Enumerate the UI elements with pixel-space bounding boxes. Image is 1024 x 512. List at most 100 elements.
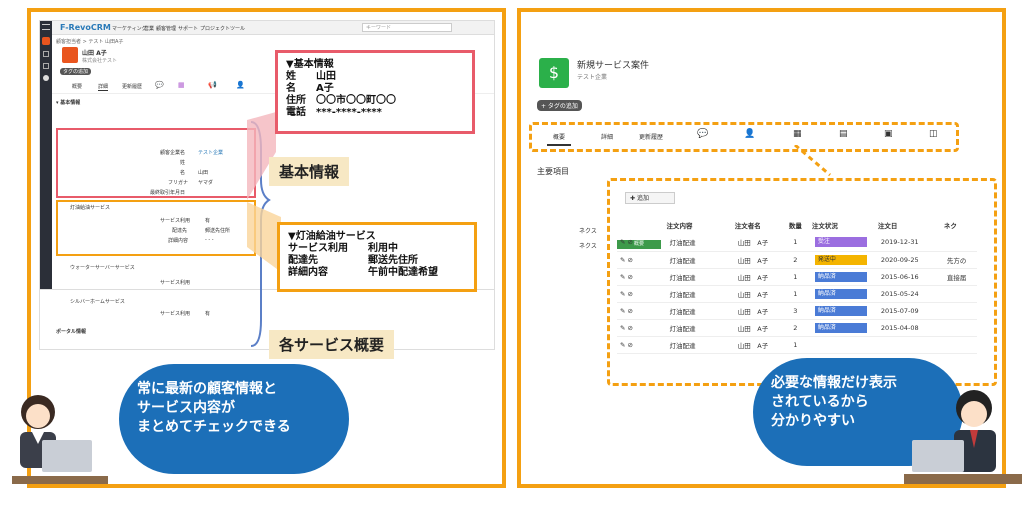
document-icon[interactable]: ▤ <box>839 129 848 139</box>
order-extra: 直接届 <box>943 268 977 286</box>
calendar-icon[interactable]: ▦ <box>178 81 185 89</box>
row-actions[interactable]: ✎ ⊘ <box>617 302 667 320</box>
breadcrumb: 顧客担当者 > テスト 山田A子 <box>56 39 124 45</box>
record-title: 新規サービス案件 <box>577 61 650 71</box>
speech-cloud-left: 常に最新の顧客情報と サービス内容が まとめてチェックできる <box>119 364 349 474</box>
side-label: ネクス <box>579 243 597 250</box>
table-row[interactable]: ✎ ⊘ 灯油配達 山田 A子 3 納品済 2015-07-09 <box>617 302 977 320</box>
oil-field-label: 詳細内容 <box>168 238 189 244</box>
col-header[interactable]: 注文者名 <box>735 216 779 234</box>
order-item: 灯油配達 <box>666 336 735 354</box>
order-name: 山田 A子 <box>734 234 779 252</box>
order-status-cell: 受注 <box>811 234 878 252</box>
order-extra <box>943 336 977 354</box>
row-actions[interactable]: ✎ ⊘ <box>617 336 667 354</box>
status-badge: 発送中 <box>814 254 867 265</box>
silver-field-value: 有 <box>205 311 211 317</box>
menu-sales[interactable]: 営業 <box>144 25 154 32</box>
row-actions[interactable]: ✎ ⊘ <box>617 251 667 269</box>
col-header[interactable]: 注文状況 <box>812 216 878 234</box>
order-date: 2020-09-25 <box>877 251 944 269</box>
basic-field-label: 姓 <box>180 160 186 166</box>
contact-avatar-icon <box>62 47 78 63</box>
tab-overview[interactable]: 概要 <box>547 132 572 146</box>
side-label: ネクス <box>579 228 597 235</box>
tag-button[interactable]: タグの追加 <box>60 68 92 75</box>
order-extra <box>943 302 977 320</box>
order-extra <box>943 234 977 252</box>
menu-marketing[interactable]: マーケティング <box>112 25 147 32</box>
order-status-cell: 発送中 <box>811 251 878 269</box>
tab-history[interactable]: 更新履歴 <box>639 132 663 141</box>
order-item: 灯油配達 <box>666 285 735 303</box>
status-badge: 納品済 <box>814 288 867 299</box>
order-status-cell <box>811 336 878 354</box>
col-header[interactable]: 注文内容 <box>667 216 735 234</box>
id-card-icon[interactable]: ◫ <box>929 129 938 139</box>
section-portal-header[interactable]: ポータル情報 <box>56 328 86 335</box>
section-basic-header[interactable]: ▾ 基本情報 <box>56 99 80 106</box>
list-icon[interactable] <box>43 63 49 69</box>
row-actions[interactable]: ✎ ⊘ <box>617 234 667 252</box>
table-row[interactable]: ✎ ⊘ 灯油配達 山田 A子 2 発送中 2020-09-25 先方の <box>617 251 977 269</box>
oil-field-label: サービス利用 <box>160 218 191 224</box>
contact-card-icon[interactable]: ▣ <box>884 129 893 139</box>
order-name: 山田 A子 <box>734 285 779 303</box>
table-row[interactable]: ✎ ⊘ 灯油配達 山田 A子 1 受注 2019-12-31 <box>617 234 977 252</box>
order-status-cell: 納品済 <box>811 319 878 337</box>
search-input[interactable]: キーワード <box>362 23 452 32</box>
row-actions[interactable]: ✎ ⊘ <box>617 285 667 303</box>
order-name: 山田 A子 <box>734 302 779 320</box>
col-header[interactable]: 数量 <box>779 216 812 234</box>
app-logo[interactable]: F-RevoCRM <box>60 23 111 32</box>
person-icon[interactable]: 👤 <box>744 129 755 139</box>
table-row[interactable]: ✎ ⊘ 灯油配達 山田 A子 2 納品済 2015-04-08 <box>617 319 977 337</box>
menu-icon[interactable] <box>42 24 50 30</box>
label-services: 各サービス概要 <box>269 330 395 359</box>
row-actions[interactable]: ✎ ⊘ <box>617 319 667 337</box>
basic-field-value: 山田 <box>198 170 209 176</box>
order-extra <box>943 319 977 337</box>
menu-customers[interactable]: 顧客管理 <box>156 25 176 32</box>
order-qty: 2 <box>778 251 812 269</box>
menu-projects[interactable]: プロジェクト <box>200 25 230 32</box>
status-badge <box>814 338 867 349</box>
comment-icon[interactable]: 💬 <box>155 81 164 89</box>
menu-tools[interactable]: ツール <box>230 25 245 32</box>
table-row[interactable]: ✎ ⊘ 灯油配達 山田 A子 1 納品済 2015-05-24 <box>617 285 977 303</box>
section-oil-header[interactable]: 灯油給油サービス <box>70 204 110 211</box>
section-water-header[interactable]: ウォーターサーバーサービス <box>70 264 135 271</box>
section-silver-header[interactable]: シルバーホームサービス <box>70 298 125 305</box>
tab-detail[interactable]: 詳細 <box>601 132 613 141</box>
tab-overview[interactable]: 概要 <box>72 83 82 90</box>
col-header[interactable]: 注文日 <box>878 216 944 234</box>
row-actions[interactable]: ✎ ⊘ <box>617 268 667 286</box>
col-header[interactable]: ネク <box>944 216 977 234</box>
tab-history[interactable]: 更新履歴 <box>122 83 142 90</box>
megaphone-icon[interactable]: 📢 <box>208 81 217 89</box>
table-row[interactable]: ✎ ⊘ 灯油配達 山田 A子 1 <box>617 336 977 354</box>
basic-field-value[interactable]: テスト企業 <box>198 149 223 156</box>
oil-field-value: - - - <box>205 237 214 243</box>
app-sidebar <box>40 21 52 289</box>
order-date: 2019-12-31 <box>877 234 944 252</box>
status-badge: 納品済 <box>814 305 867 316</box>
order-status-cell: 納品済 <box>811 285 878 303</box>
table-row[interactable]: ✎ ⊘ 灯油配達 山田 A子 1 納品済 2015-06-16 直接届 <box>617 268 977 286</box>
user-icon[interactable] <box>43 75 49 81</box>
home-icon[interactable] <box>42 37 50 45</box>
tab-detail[interactable]: 詳細 <box>98 83 109 91</box>
menu-support[interactable]: サポート <box>178 25 198 32</box>
order-date: 2015-07-09 <box>877 302 944 320</box>
comment-icon[interactable]: 💬 <box>697 129 708 139</box>
status-badge: 納品済 <box>814 322 867 333</box>
calendar-icon[interactable]: ▦ <box>793 129 802 139</box>
contact-name: 山田 A子 <box>82 50 107 57</box>
order-date <box>877 336 944 354</box>
add-button[interactable]: ✚ 追加 <box>625 192 675 204</box>
dashed-connector <box>794 145 831 177</box>
grid-icon[interactable] <box>43 51 49 57</box>
order-status-cell: 納品済 <box>811 268 878 286</box>
orders-table: 注文内容 注文者名 数量 注文状況 注文日 ネク ✎ ⊘ 灯油配達 山田 A子 1 受注… <box>617 216 977 354</box>
tag-button[interactable]: + タグの追加 <box>537 100 582 111</box>
